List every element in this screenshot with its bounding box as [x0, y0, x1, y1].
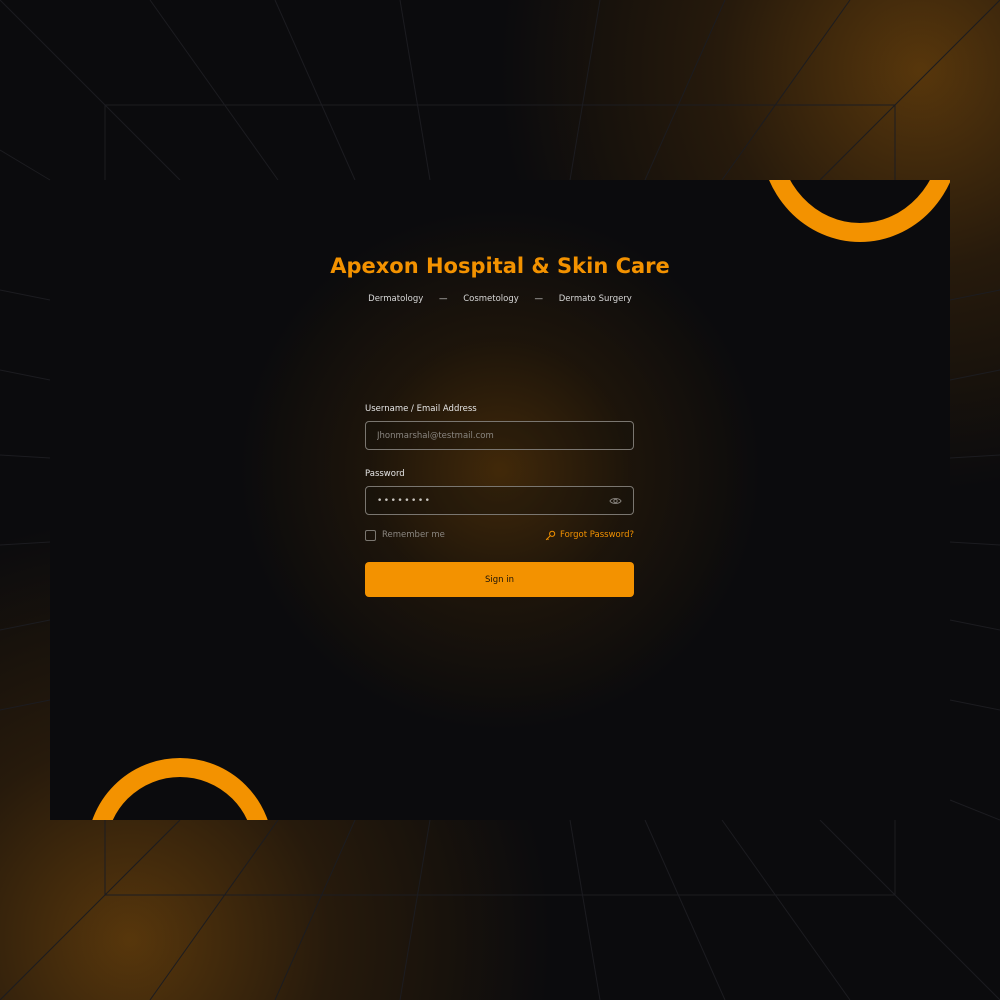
remember-me[interactable]: Remember me: [365, 529, 445, 541]
forgot-password-label: Forgot Password?: [560, 530, 634, 540]
login-card: Apexon Hospital & Skin Care Dermatology …: [50, 180, 950, 820]
sign-in-button[interactable]: Sign in: [365, 562, 634, 597]
username-label: Username / Email Address: [365, 404, 477, 414]
specialty-dermatology: Dermatology: [368, 294, 424, 304]
specialty-dermato-surgery: Dermato Surgery: [558, 294, 632, 304]
password-field[interactable]: ••••••••: [365, 486, 634, 515]
password-input[interactable]: ••••••••: [377, 496, 431, 506]
username-field[interactable]: [365, 421, 634, 450]
key-icon: [545, 530, 556, 540]
remember-checkbox[interactable]: [365, 529, 376, 541]
specialty-cosmetology: Cosmetology: [463, 294, 519, 304]
username-input[interactable]: [377, 430, 597, 441]
options-row: Remember me Forgot Password?: [365, 528, 634, 542]
specialty-separator: —: [439, 294, 448, 304]
specialties-line: Dermatology — Cosmetology — Dermato Surg…: [50, 294, 950, 304]
eye-icon[interactable]: [609, 495, 622, 507]
hospital-title: Apexon Hospital & Skin Care: [330, 254, 670, 278]
forgot-password-link[interactable]: Forgot Password?: [545, 530, 634, 541]
login-form: Username / Email Address Password ••••••…: [365, 404, 634, 597]
specialty-separator: —: [534, 294, 544, 304]
password-label: Password: [365, 469, 405, 479]
remember-label: Remember me: [382, 530, 445, 540]
